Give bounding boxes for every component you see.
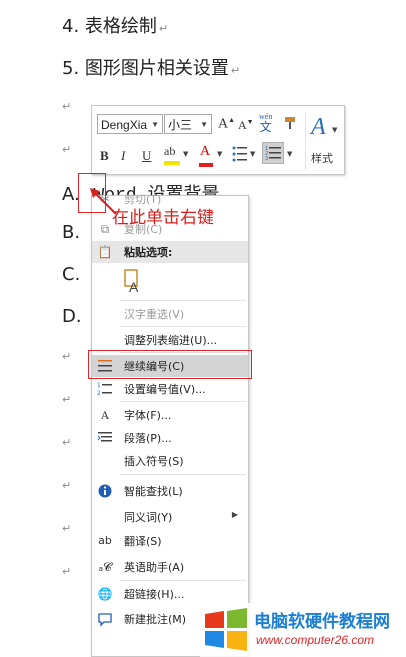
bullets-icon[interactable] <box>232 145 248 167</box>
highlight-dropdown-icon[interactable]: ▼ <box>183 150 188 158</box>
copy-icon: ⧉ <box>100 222 110 236</box>
svg-text:3: 3 <box>265 156 268 162</box>
menu-separator <box>120 474 246 475</box>
menu-item-font[interactable]: A 字体(F)... <box>92 404 248 426</box>
highlight-button[interactable]: ab <box>164 144 180 165</box>
annotation-text: 在此单击右键 <box>112 208 214 228</box>
watermark-url: www.computer26.com <box>256 633 375 647</box>
menu-item-paragraph[interactable]: 段落(P)... <box>92 427 248 449</box>
grow-font-button[interactable]: A▲ <box>218 116 235 133</box>
paragraph-mark: ↵ <box>62 565 72 578</box>
list-item-b: B. <box>62 222 81 243</box>
menu-separator <box>120 300 246 301</box>
list-item-d: D. <box>62 306 82 327</box>
english-assistant-icon: ₐ𝓒 <box>98 560 112 574</box>
watermark: 电脑软硬件教程网 www.computer26.com <box>200 603 406 657</box>
translate-icon: ab <box>98 534 112 547</box>
styles-button[interactable]: A ▼ 样式 <box>305 112 342 170</box>
bullets-dropdown-icon[interactable]: ▼ <box>250 150 255 158</box>
font-color-button[interactable]: A <box>199 144 213 167</box>
font-icon: A <box>100 408 110 422</box>
paragraph-mark: ↵ <box>62 143 72 156</box>
paste-options-header: 📋 粘贴选项: <box>92 241 248 263</box>
paragraph-mark: ↵ <box>62 522 72 535</box>
menu-separator <box>120 326 246 327</box>
list-item-c: C. <box>62 264 81 285</box>
smart-lookup-icon <box>97 483 113 499</box>
paragraph-mark: ↵ <box>62 479 72 492</box>
submenu-arrow-icon: ▶ <box>231 510 238 519</box>
new-comment-icon <box>97 611 113 627</box>
menu-item-english-assistant[interactable]: ₐ𝓒 英语助手(A) <box>92 556 248 578</box>
paragraph-mark: ↵ <box>62 100 72 113</box>
phonetic-guide-button[interactable]: wén 文 <box>259 112 272 133</box>
font-color-dropdown-icon[interactable]: ▼ <box>217 150 222 158</box>
doc-line-5: 5. 图形图片相关设置 ↵ <box>62 58 241 79</box>
menu-item-reconvert[interactable]: 汉字重选(V) <box>92 303 248 325</box>
numbering-icon[interactable]: 123 <box>262 142 284 164</box>
underline-button[interactable]: U <box>142 148 151 164</box>
menu-separator <box>120 580 246 581</box>
paragraph-mark: ↵ <box>62 393 72 406</box>
menu-item-hyperlink[interactable]: 🌐 超链接(H)... <box>92 583 248 605</box>
format-painter-icon[interactable] <box>282 115 298 135</box>
paragraph-icon <box>97 430 113 446</box>
hyperlink-icon: 🌐 <box>97 587 113 601</box>
paste-keep-text-only-button[interactable]: A <box>122 268 144 295</box>
watermark-title: 电脑软硬件教程网 <box>254 612 390 632</box>
chevron-down-icon: ▼ <box>332 126 338 134</box>
font-size-combo[interactable]: 小三 ▼ <box>164 114 212 134</box>
doc-line-4: 4. 表格绘制 ↵ <box>62 16 169 37</box>
mini-toolbar: DengXia ▼ 小三 ▼ A▲ A▼ wén 文 B I U ab ▼ A ▼ … <box>91 105 345 175</box>
windows-logo-icon <box>205 608 247 651</box>
highlight-box-continue-numbering <box>88 350 252 379</box>
styles-icon: A <box>311 114 326 140</box>
menu-item-synonyms[interactable]: 同义词(Y) ▶ <box>92 506 248 528</box>
menu-item-smart-lookup[interactable]: 智能查找(L) <box>92 480 248 502</box>
menu-separator <box>120 401 246 402</box>
context-menu: ✂ 剪切(T) ⧉ 复制(C) 📋 粘贴选项: A 汉字重选(V) 调整列表缩进… <box>91 195 249 657</box>
font-name-combo[interactable]: DengXia ▼ <box>97 114 163 134</box>
menu-item-set-numbering-value[interactable]: 12 设置编号值(V)... <box>92 378 248 400</box>
bold-button[interactable]: B <box>100 148 109 164</box>
paragraph-mark: ↵ <box>62 350 72 363</box>
shrink-font-button[interactable]: A▼ <box>238 118 254 133</box>
menu-item-adjust-indent[interactable]: 调整列表缩进(U)... <box>92 329 248 351</box>
italic-button[interactable]: I <box>121 148 125 164</box>
numbering-dropdown-icon[interactable]: ▼ <box>287 150 292 158</box>
svg-text:2: 2 <box>97 390 101 397</box>
svg-text:A: A <box>129 279 139 294</box>
svg-text:1: 1 <box>97 382 101 389</box>
menu-item-insert-symbol[interactable]: 插入符号(S) <box>92 450 248 472</box>
paragraph-mark: ↵ <box>62 436 72 449</box>
paste-icon: 📋 <box>97 245 113 259</box>
numbering-value-icon: 12 <box>97 381 113 397</box>
menu-item-translate[interactable]: ab 翻译(S) <box>92 530 248 552</box>
